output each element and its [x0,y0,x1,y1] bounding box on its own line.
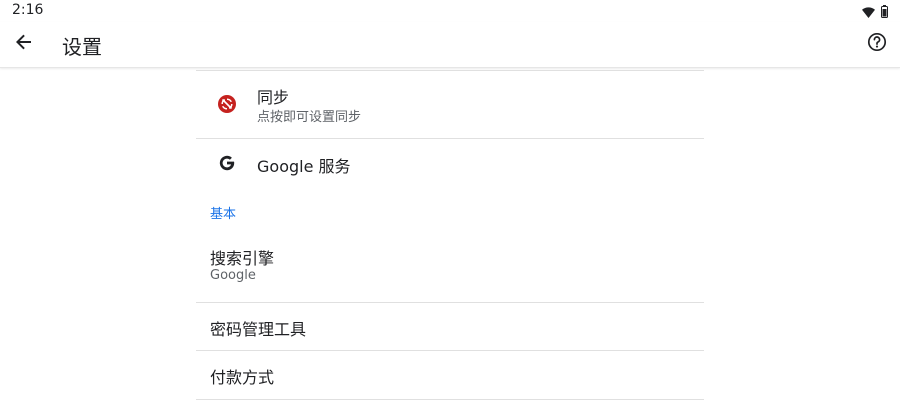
sync-disabled-icon [216,93,238,115]
app-bar: 设置 [0,22,900,68]
back-button[interactable] [10,30,38,58]
section-header-label: 基本 [210,207,237,222]
help-icon [867,32,887,56]
settings-list: 同步 点按即可设置同步 Google 服务 基本 搜索引擎 Google 密码管… [196,69,704,400]
search-engine-subtitle: Google [210,268,256,283]
battery-icon [881,3,888,22]
password-manager-row[interactable]: 密码管理工具 [196,303,704,351]
sync-subtitle: 点按即可设置同步 [257,110,362,125]
status-bar: 2:16 [0,0,900,22]
google-services-row[interactable]: Google 服务 [196,139,704,187]
google-g-icon [216,152,238,174]
help-button[interactable] [864,31,890,57]
status-icons [862,3,888,22]
status-time: 2:16 [12,2,44,18]
payment-methods-row[interactable]: 付款方式 [196,351,704,400]
wifi-icon [862,3,875,22]
payment-methods-title: 付款方式 [210,368,275,387]
page-title: 设置 [62,35,102,59]
password-manager-title: 密码管理工具 [210,320,307,339]
google-services-title: Google 服务 [257,157,351,176]
sync-title: 同步 [257,88,290,107]
sync-row[interactable]: 同步 点按即可设置同步 [196,69,704,139]
section-header-basics: 基本 [196,187,704,233]
search-engine-row[interactable]: 搜索引擎 Google [196,233,704,303]
arrow-back-icon [15,33,33,55]
search-engine-title: 搜索引擎 [210,249,275,268]
